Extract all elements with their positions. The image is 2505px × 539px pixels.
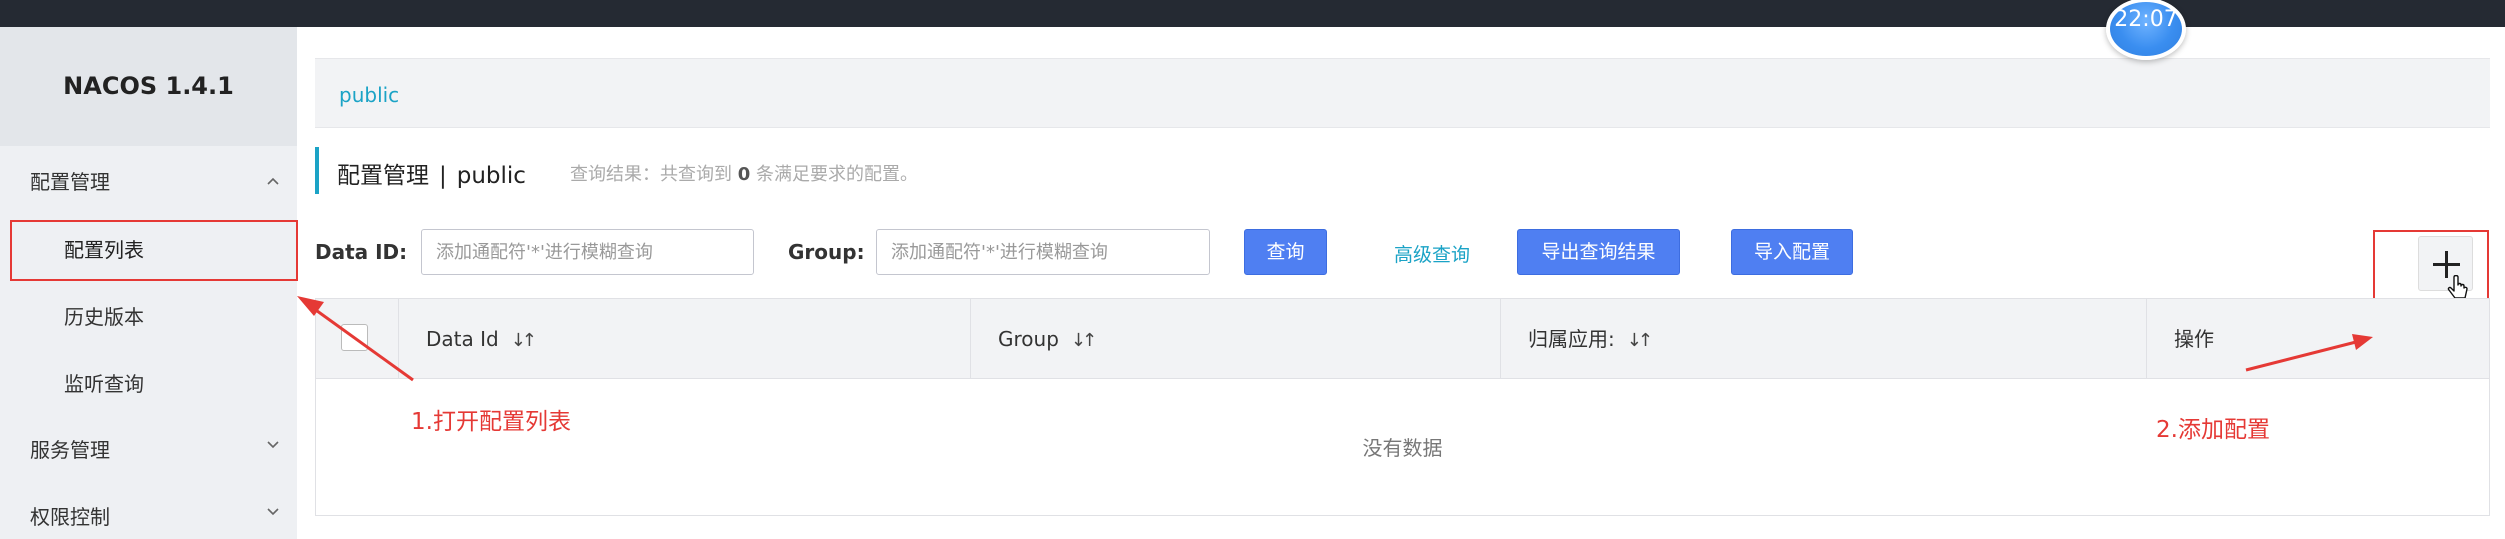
arrow-to-config-list [297, 296, 414, 382]
clock-time: 22:07 [2114, 7, 2178, 32]
arrow-to-add-button [2245, 334, 2373, 372]
clock-badge: 22:07 [2106, 0, 2186, 60]
annotation-arrows [297, 296, 2373, 382]
